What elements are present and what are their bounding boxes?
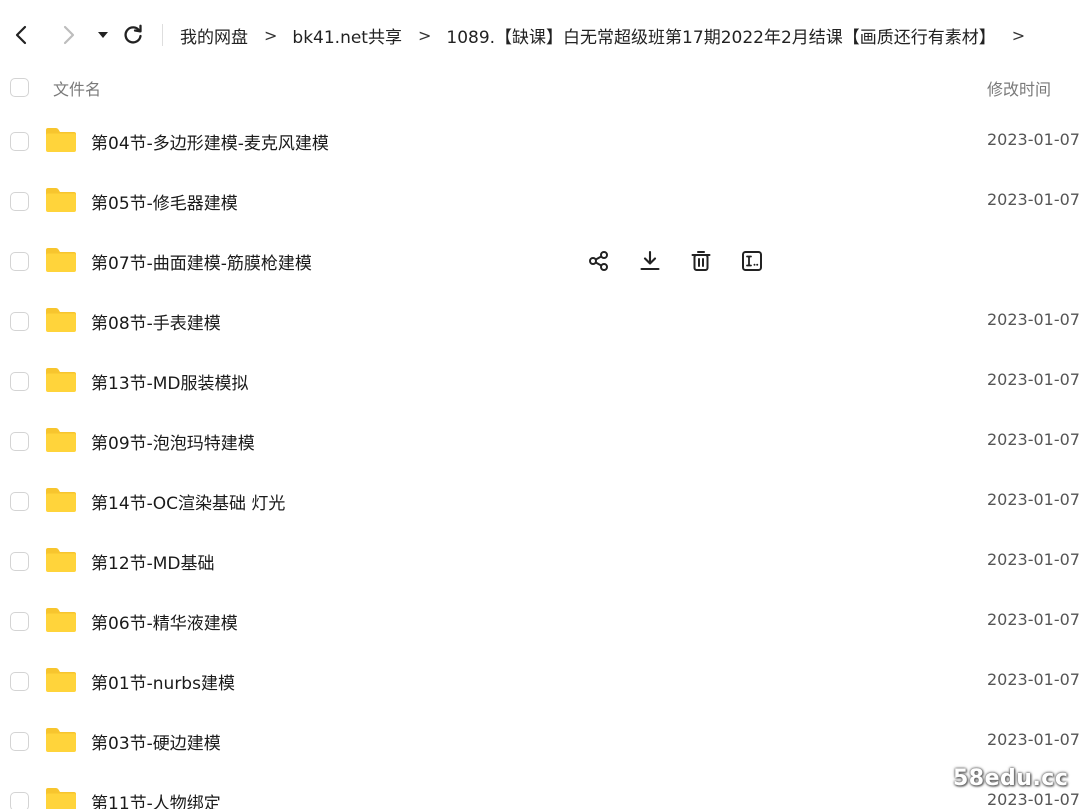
file-list-header: 文件名 修改时间 (0, 70, 1081, 106)
breadcrumb-item-root[interactable]: 我的网盘 (180, 23, 248, 48)
file-name: 第01节-nurbs建模 (91, 674, 235, 694)
file-row[interactable]: 第06节-精华液建模 2023-01-07 (0, 591, 1081, 651)
file-row[interactable]: 第14节-OC渲染基础 灯光 2023-01-07 (0, 471, 1081, 531)
file-name: 第11节-人物绑定 (91, 794, 221, 809)
top-navigation-bar: 我的网盘 > bk41.net共享 > 1089.【缺课】白无常超级班第17期2… (0, 0, 1081, 70)
folder-icon (46, 728, 76, 752)
file-name: 第06节-精华液建模 (91, 614, 238, 634)
breadcrumb-separator: > (417, 25, 432, 45)
file-row[interactable]: 第12节-MD基础 2023-01-07 (0, 531, 1081, 591)
file-row[interactable]: 第11节-人物绑定 2023-01-07 (0, 771, 1081, 809)
file-modified-time: 2023-01-07 (987, 790, 1080, 809)
file-modified-time: 2023-01-07 (987, 370, 1080, 389)
refresh-icon (124, 24, 142, 44)
folder-icon (46, 248, 76, 272)
folder-icon (46, 188, 76, 212)
watermark: 58edu.cc (953, 766, 1069, 791)
refresh-button[interactable] (120, 22, 146, 48)
file-row[interactable]: 第09节-泡泡玛特建模 2023-01-07 (0, 411, 1081, 471)
breadcrumb-separator: > (264, 25, 278, 45)
folder-icon (46, 608, 76, 632)
file-name: 第14节-OC渲染基础 灯光 (91, 494, 286, 514)
file-modified-time: 2023-01-07 (987, 730, 1080, 749)
breadcrumb-item-current-folder[interactable]: 1089.【缺课】白无常超级班第17期2022年2月结课【画质还行有素材】 (446, 23, 995, 48)
file-name: 第12节-MD基础 (91, 554, 215, 574)
folder-icon (46, 488, 76, 512)
caret-down-icon (98, 32, 108, 38)
rename-button[interactable] (739, 248, 765, 274)
file-name: 第08节-手表建模 (91, 314, 221, 334)
folder-icon (46, 128, 76, 152)
folder-icon (46, 428, 76, 452)
row-checkbox[interactable] (10, 132, 29, 151)
file-row[interactable]: 第03节-硬边建模 2023-01-07 (0, 711, 1081, 771)
row-checkbox[interactable] (10, 432, 29, 451)
file-modified-time: 2023-01-07 (987, 130, 1080, 149)
row-checkbox[interactable] (10, 252, 29, 271)
file-modified-time: 2023-01-07 (987, 550, 1080, 569)
folder-icon (46, 308, 76, 332)
folder-icon (46, 668, 76, 692)
breadcrumb-item-shared[interactable]: bk41.net共享 (292, 23, 402, 48)
share-icon (589, 251, 608, 271)
file-row[interactable]: 第07节-曲面建模-筋膜枪建模 (0, 231, 1081, 291)
folder-icon (46, 548, 76, 572)
column-header-modified-time[interactable]: 修改时间 (987, 76, 1051, 100)
file-name: 第03节-硬边建模 (91, 734, 221, 754)
file-modified-time: 2023-01-07 (987, 610, 1080, 629)
file-modified-time: 2023-01-07 (987, 670, 1080, 689)
nav-divider (162, 24, 163, 46)
folder-icon (46, 368, 76, 392)
file-modified-time: 2023-01-07 (987, 490, 1080, 509)
forward-button[interactable] (55, 22, 81, 48)
share-button[interactable] (586, 248, 612, 274)
file-browser-page: 我的网盘 > bk41.net共享 > 1089.【缺课】白无常超级班第17期2… (0, 0, 1081, 809)
row-checkbox[interactable] (10, 792, 29, 809)
row-checkbox[interactable] (10, 732, 29, 751)
file-modified-time: 2023-01-07 (987, 190, 1080, 209)
row-checkbox[interactable] (10, 192, 29, 211)
file-modified-time: 2023-01-07 (987, 430, 1080, 449)
row-hover-actions (586, 248, 790, 274)
file-row[interactable]: 第04节-多边形建模-麦克风建模 2023-01-07 (0, 111, 1081, 171)
download-button[interactable] (637, 248, 663, 274)
file-name: 第04节-多边形建模-麦克风建模 (91, 134, 329, 154)
delete-button[interactable] (688, 248, 714, 274)
download-icon (640, 250, 660, 271)
history-dropdown-button[interactable] (90, 22, 116, 48)
row-checkbox[interactable] (10, 312, 29, 331)
column-header-name[interactable]: 文件名 (53, 76, 101, 100)
folder-icon (46, 788, 76, 809)
file-name: 第07节-曲面建模-筋膜枪建模 (91, 254, 312, 274)
row-checkbox[interactable] (10, 672, 29, 691)
breadcrumb: 我的网盘 > bk41.net共享 > 1089.【缺课】白无常超级班第17期2… (180, 22, 1040, 48)
chevron-right-icon (63, 25, 75, 45)
back-button[interactable] (9, 22, 35, 48)
row-checkbox[interactable] (10, 492, 29, 511)
file-name: 第09节-泡泡玛特建模 (91, 434, 255, 454)
select-all-checkbox[interactable] (10, 78, 29, 97)
breadcrumb-separator: > (1011, 25, 1026, 45)
chevron-left-icon (15, 25, 27, 45)
file-modified-time: 2023-01-07 (987, 310, 1080, 329)
delete-icon (691, 251, 711, 271)
file-name: 第13节-MD服装模拟 (91, 374, 249, 394)
rename-icon (742, 251, 762, 271)
file-row[interactable]: 第13节-MD服装模拟 2023-01-07 (0, 351, 1081, 411)
file-row[interactable]: 第05节-修毛器建模 2023-01-07 (0, 171, 1081, 231)
file-row[interactable]: 第01节-nurbs建模 2023-01-07 (0, 651, 1081, 711)
file-row[interactable]: 第08节-手表建模 2023-01-07 (0, 291, 1081, 351)
row-checkbox[interactable] (10, 612, 29, 631)
row-checkbox[interactable] (10, 552, 29, 571)
row-checkbox[interactable] (10, 372, 29, 391)
file-name: 第05节-修毛器建模 (91, 194, 238, 214)
